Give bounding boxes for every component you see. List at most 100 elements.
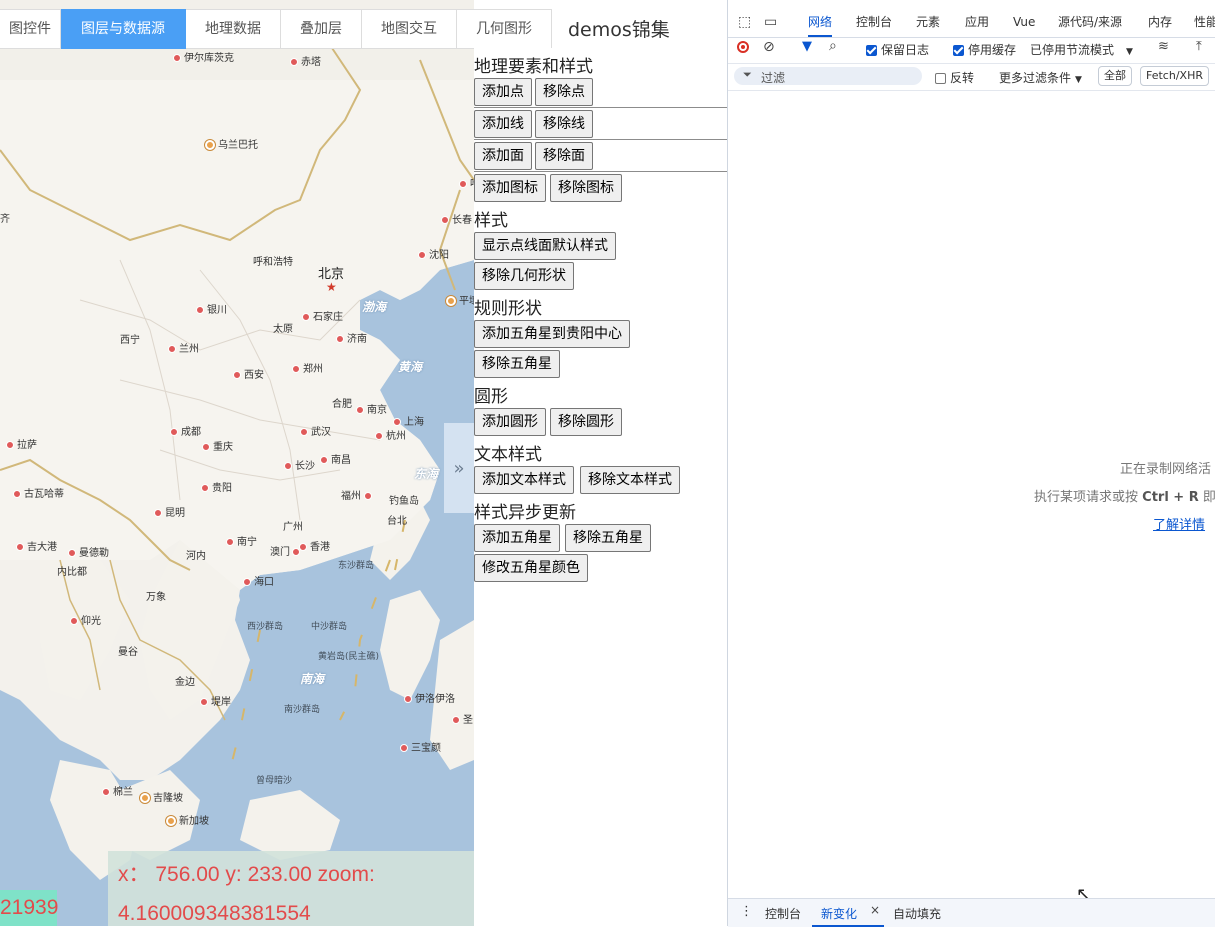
add-circle-button[interactable]: 添加圆形 — [474, 408, 546, 436]
devtools-tab-memory[interactable]: 内存 — [1148, 9, 1172, 35]
devtools-tab-vue[interactable]: Vue — [1013, 9, 1035, 35]
section-geo-features: 地理要素和样式 — [474, 57, 593, 77]
filter-all-chip[interactable]: 全部 — [1098, 66, 1132, 86]
city-irkutsk: 伊尔库茨克 — [173, 53, 234, 65]
island-zhongsha: 中沙群岛 — [311, 622, 348, 632]
city-guangzhou: 广州 — [283, 522, 303, 533]
coords-line2: 4.160009348381554 — [118, 902, 311, 925]
city-lanzhou: 兰州 — [168, 344, 199, 356]
coords-readout: x： 756.00 y: 233.00 zoom: 4.160009348381… — [118, 855, 418, 926]
add-line-button[interactable]: 添加线 — [474, 110, 532, 138]
tab-map-controls[interactable]: 图控件 — [0, 9, 61, 49]
add-point-button[interactable]: 添加点 — [474, 78, 532, 106]
remove-line-button[interactable]: 移除线 — [535, 110, 593, 138]
async-add-star-button[interactable]: 添加五角星 — [474, 524, 560, 552]
remove-star-button[interactable]: 移除五角星 — [474, 350, 560, 378]
city-hefei: 合肥 — [332, 399, 352, 410]
city-shijiazhuang: 石家庄 — [302, 312, 343, 324]
drawer-tab-autofill[interactable]: 自动填充 — [893, 905, 941, 922]
throttle-select[interactable]: 已停用节流模式 ▼ — [1030, 41, 1133, 58]
tab-geo-data[interactable]: 地理数据 — [186, 9, 281, 49]
change-star-color-button[interactable]: 修改五角星颜色 — [474, 554, 588, 582]
divider — [474, 171, 728, 172]
city-hohhot: 呼和浩特 — [253, 257, 293, 268]
sea-label-east: 东海 — [414, 467, 439, 481]
add-polygon-button[interactable]: 添加面 — [474, 142, 532, 170]
city-changchun: 长春 — [441, 215, 472, 227]
async-remove-star-button[interactable]: 移除五角星 — [565, 524, 651, 552]
city-pyongyang: 平壤 — [446, 296, 474, 308]
section-circle: 圆形 — [474, 387, 508, 407]
city-nanjing: 南京 — [356, 405, 387, 417]
city-guwahati: 古瓦哈蒂 — [13, 489, 64, 501]
city-xian: 西安 — [233, 370, 264, 382]
devtools-tab-console[interactable]: 控制台 — [856, 9, 892, 35]
remove-text-style-button[interactable]: 移除文本样式 — [580, 466, 680, 494]
island-zengmu: 曾母暗沙 — [256, 776, 293, 786]
add-icon-button[interactable]: 添加图标 — [474, 174, 546, 202]
tab-layers-sources[interactable]: 图层与数据源 — [61, 9, 186, 49]
capital-star-icon: ★ — [326, 280, 337, 294]
devtools-tab-network[interactable]: 网络 — [808, 9, 833, 37]
network-toolbar: ⊘ ▼ ⌕ 保留日志 停用缓存 已停用节流模式 ▼ ≋ ⤒ — [728, 37, 1215, 64]
remove-circle-button[interactable]: 移除圆形 — [550, 408, 622, 436]
city-ulaanbaatar: 乌兰巴托 — [205, 140, 258, 152]
sea-label-yellow: 黄海 — [398, 360, 423, 374]
city-haikou: 海口 — [243, 577, 274, 589]
device-toolbar-icon[interactable]: ▭ — [764, 14, 777, 30]
drawer-tab-console[interactable]: 控制台 — [765, 905, 801, 922]
filter-icon[interactable]: ▼ — [802, 39, 812, 54]
invert-checkbox[interactable]: 反转 — [935, 69, 974, 86]
map-view[interactable]: 伊尔库茨克 赤塔 乌兰巴托 长春 沈阳 呼和浩特 银川 太原 石家庄 济南 西宁… — [0, 0, 474, 926]
city-xining: 西宁 — [120, 335, 140, 346]
remove-icon-button[interactable]: 移除图标 — [550, 174, 622, 202]
double-chevron-right-icon[interactable]: » — [444, 423, 474, 513]
inspect-element-icon[interactable]: ⬚ — [738, 14, 751, 30]
upload-icon[interactable]: ⤒ — [1196, 39, 1202, 54]
more-options-icon[interactable]: ⋮ — [740, 904, 753, 919]
clear-icon[interactable]: ⊘ — [763, 39, 775, 55]
recording-message: 正在录制网络活 — [1120, 462, 1212, 477]
tab-map-interaction[interactable]: 地图交互 — [362, 9, 457, 49]
section-text-style: 文本样式 — [474, 445, 542, 465]
island-huangyan: 黄岩岛(民主礁) — [318, 652, 380, 662]
control-panel: 地理要素和样式 添加点 移除点 添加线 移除线 添加面 移除面 添加图标 移除图… — [474, 48, 728, 926]
remove-point-button[interactable]: 移除点 — [535, 78, 593, 106]
city-naypyidaw: 内比都 — [57, 567, 87, 578]
city-hangzhou: 杭州 — [375, 431, 406, 443]
devtools-tab-sources[interactable]: 源代码/来源 — [1058, 9, 1122, 35]
add-text-style-button[interactable]: 添加文本样式 — [474, 466, 574, 494]
drawer-tab-whats-new[interactable]: 新变化 × — [812, 899, 884, 927]
island-dongsha: 东沙群岛 — [338, 561, 375, 571]
remove-polygon-button[interactable]: 移除面 — [535, 142, 593, 170]
filter-fetch-chip[interactable]: Fetch/XHR — [1140, 66, 1209, 86]
tab-geometry[interactable]: 几何图形 — [457, 9, 552, 49]
learn-more-link[interactable]: 了解详情 — [1153, 514, 1205, 533]
sea-label-bohai: 渤海 — [362, 300, 387, 314]
add-star-guiyang-button[interactable]: 添加五角星到贵阳中心 — [474, 320, 630, 348]
coords-line1: x： 756.00 y: 233.00 zoom: — [118, 863, 375, 886]
tab-overlays[interactable]: 叠加层 — [281, 9, 362, 49]
city-fuzhou: 福州 — [341, 491, 375, 503]
devtools-tab-elements[interactable]: 元素 — [916, 9, 940, 35]
city-wuhan: 武汉 — [300, 427, 331, 439]
search-icon[interactable]: ⌕ — [829, 38, 837, 54]
city-singapore: 新加坡 — [166, 816, 209, 828]
city-chongqing: 重庆 — [202, 442, 233, 454]
record-icon[interactable] — [737, 41, 749, 53]
filter-input[interactable]: ⏷ 过滤 — [734, 67, 922, 85]
city-chita: 赤塔 — [290, 57, 321, 69]
show-default-style-button[interactable]: 显示点线面默认样式 — [474, 232, 616, 260]
city-chengdu: 成都 — [170, 427, 201, 439]
divider — [474, 139, 728, 140]
close-icon[interactable]: × — [870, 903, 880, 917]
wifi-icon[interactable]: ≋ — [1158, 39, 1169, 54]
section-regular-shape: 规则形状 — [474, 299, 542, 319]
disable-cache-checkbox[interactable]: 停用缓存 — [953, 41, 1016, 58]
city-hanoi: 河内 — [186, 551, 206, 562]
preserve-log-checkbox[interactable]: 保留日志 — [866, 41, 929, 58]
remove-geometry-button[interactable]: 移除几何形状 — [474, 262, 574, 290]
devtools-tab-performance[interactable]: 性能 — [1194, 9, 1215, 35]
devtools-tab-application[interactable]: 应用 — [965, 9, 989, 35]
more-filters-dropdown[interactable]: 更多过滤条件 ▼ — [999, 69, 1082, 86]
